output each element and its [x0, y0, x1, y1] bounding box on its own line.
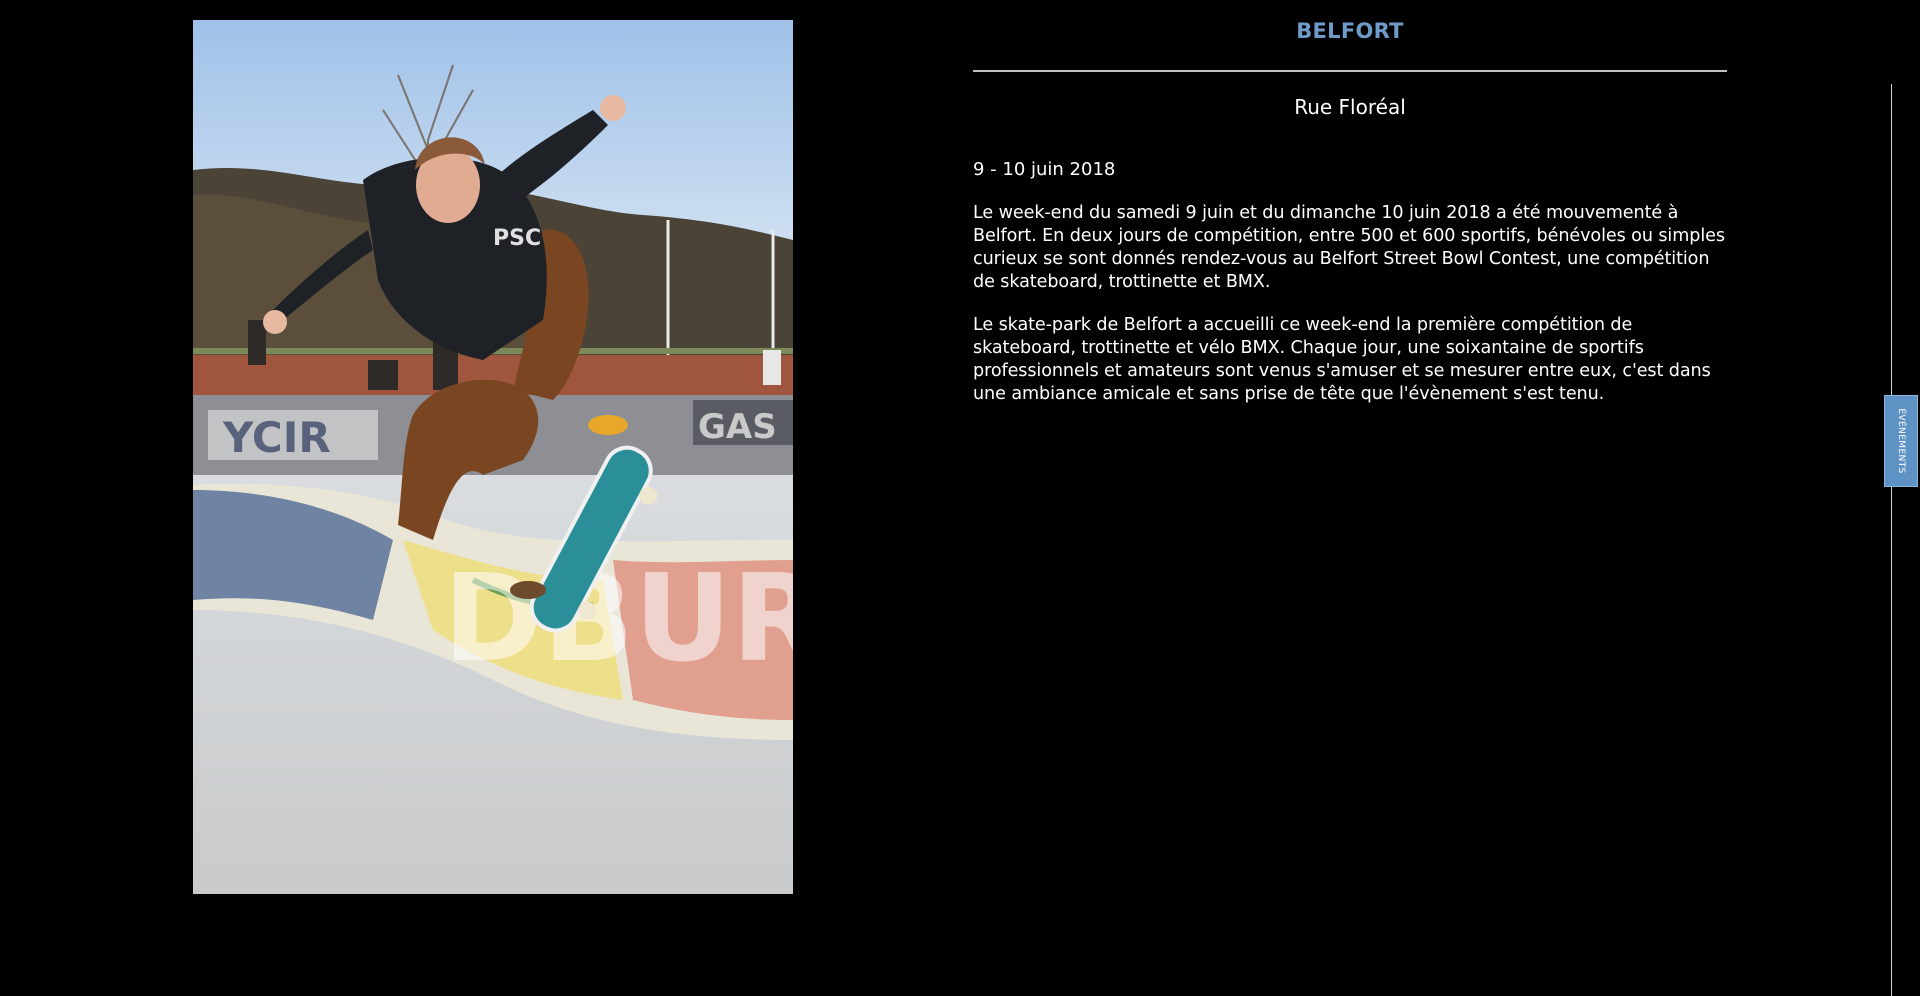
svg-text:YCIR: YCIR	[222, 413, 331, 462]
event-city-title: BELFORT	[1296, 19, 1404, 43]
event-details: BELFORT Rue Floréal 9 - 10 juin 2018 Le …	[973, 18, 1727, 424]
skateboarder-photo-illustration: YCIR GAS DBUR PSC	[193, 20, 793, 894]
event-description-paragraph: Le skate-park de Belfort a accueilli ce …	[973, 315, 1711, 404]
side-rail-line	[1891, 84, 1892, 996]
svg-text:PSC: PSC	[493, 226, 541, 251]
svg-text:DBUR: DBUR	[443, 550, 793, 689]
svg-text:GAS: GAS	[698, 407, 777, 447]
event-address: Rue Floréal	[1294, 95, 1406, 119]
events-side-tab-label: ÉVÉNEMENTS	[1896, 408, 1906, 474]
events-side-tab[interactable]: ÉVÉNEMENTS	[1884, 395, 1918, 487]
event-description-paragraph: Le week-end du samedi 9 juin et du diman…	[973, 203, 1725, 292]
event-photo: YCIR GAS DBUR PSC	[193, 20, 793, 894]
event-dates: 9 - 10 juin 2018	[973, 159, 1116, 180]
page: YCIR GAS DBUR PSC BELFORT Rue Floréal 9 …	[0, 0, 1920, 996]
title-divider	[973, 70, 1727, 72]
